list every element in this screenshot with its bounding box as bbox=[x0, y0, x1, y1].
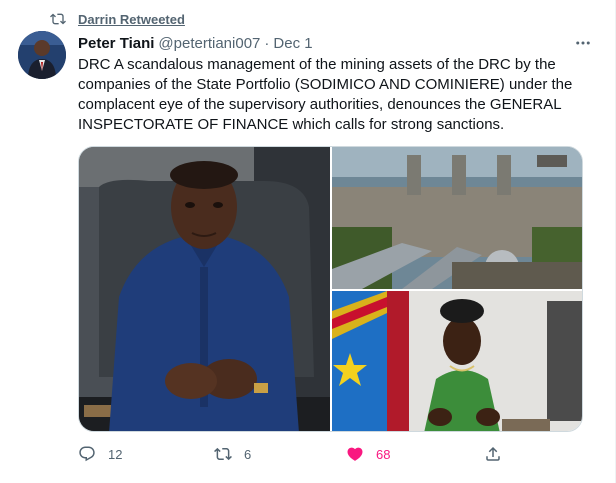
retweet-icon bbox=[214, 447, 232, 461]
media-grid bbox=[78, 146, 583, 432]
reply-button[interactable]: 12 bbox=[78, 444, 122, 464]
retweet-icon bbox=[50, 13, 66, 25]
like-button[interactable]: 68 bbox=[346, 444, 390, 464]
retweet-button[interactable]: 6 bbox=[214, 444, 251, 464]
avatar-image bbox=[18, 31, 66, 79]
reply-icon bbox=[79, 446, 95, 462]
tweet-date[interactable]: Dec 1 bbox=[273, 35, 312, 52]
photo-man-in-office[interactable] bbox=[79, 147, 330, 432]
author-handle[interactable]: @petertiani007 bbox=[158, 35, 260, 52]
tweet-header: Peter Tiani @petertiani007 · Dec 1 bbox=[78, 33, 595, 53]
separator-dot: · bbox=[264, 34, 270, 52]
share-button[interactable] bbox=[484, 444, 514, 464]
photo-woman-with-flag[interactable] bbox=[332, 291, 583, 432]
tweet-card[interactable]: Darrin Retweeted Peter Tiani @petertiani… bbox=[0, 0, 616, 483]
avatar[interactable] bbox=[18, 31, 66, 79]
more-button[interactable] bbox=[573, 34, 593, 52]
author-name[interactable]: Peter Tiani bbox=[78, 35, 154, 52]
reply-count: 12 bbox=[108, 446, 123, 462]
like-count: 68 bbox=[376, 446, 391, 462]
retweet-label: Darrin Retweeted bbox=[78, 11, 185, 27]
share-icon bbox=[486, 446, 500, 461]
tweet-actions: 12 6 68 bbox=[78, 444, 508, 464]
tweet-text: DRC A scandalous management of the minin… bbox=[78, 56, 573, 133]
retweet-context[interactable]: Darrin Retweeted bbox=[50, 10, 185, 28]
retweet-count: 6 bbox=[244, 446, 252, 462]
more-icon bbox=[576, 41, 590, 45]
photo-dam-pipelines[interactable] bbox=[332, 147, 583, 289]
like-icon-filled bbox=[347, 447, 363, 461]
